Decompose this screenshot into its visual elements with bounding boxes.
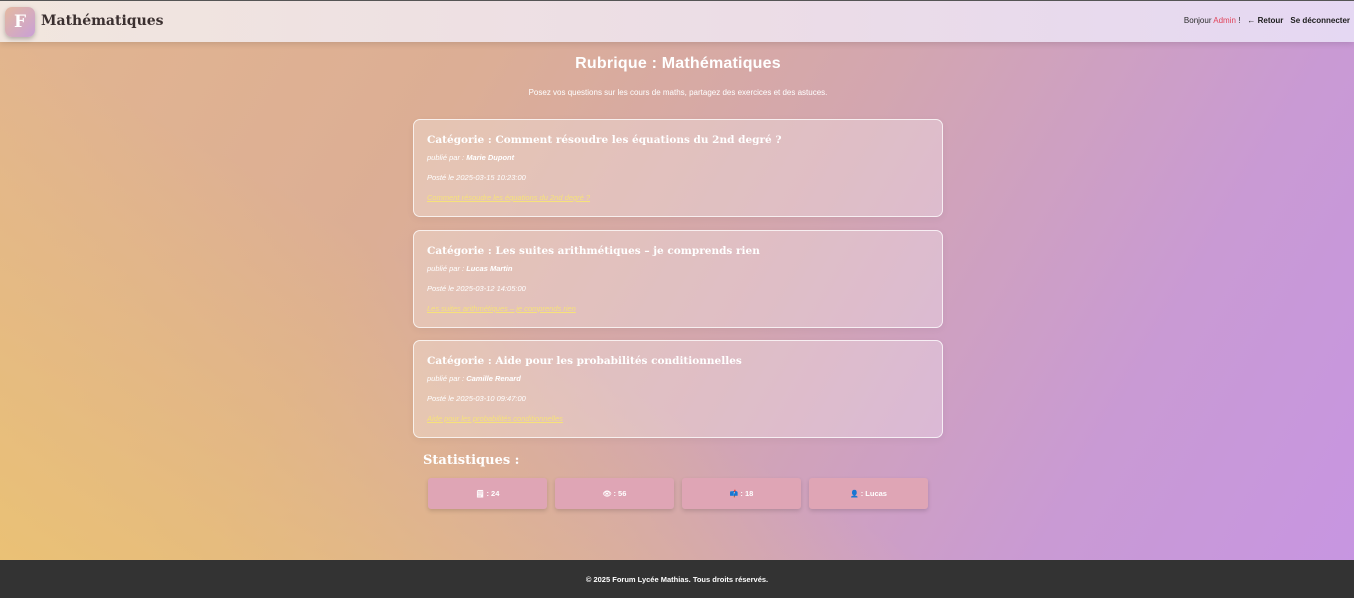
greeting-prefix: Bonjour <box>1183 16 1212 25</box>
post-author-prefix: publié par : <box>427 374 465 383</box>
post-author: publié par : Lucas Martin <box>427 264 512 273</box>
post-link[interactable]: Aide pour les probabilités conditionnell… <box>427 414 563 423</box>
site-title: Mathématiques <box>41 13 164 29</box>
footer-text: © 2025 Forum Lycée Mathias. Tous droits … <box>585 574 769 584</box>
post-author-name: Lucas Martin <box>466 264 513 273</box>
document-icon: 🗒 <box>475 490 485 498</box>
post-author-prefix: publié par : <box>427 264 465 273</box>
post-card: Catégorie : Comment résoudre les équatio… <box>413 119 943 217</box>
username: Admin <box>1213 16 1236 25</box>
mailbox-icon: 📫 <box>729 490 739 498</box>
post-author: publié par : Marie Dupont <box>427 153 514 162</box>
post-date: Posté le 2025-03-10 09:47:00 <box>427 394 526 403</box>
post-link[interactable]: Comment résoudre les équations du 2nd de… <box>427 193 590 202</box>
eye-icon: 👁 <box>602 490 612 498</box>
post-author-name: Camille Renard <box>466 374 521 383</box>
post-author-prefix: publié par : <box>427 153 465 162</box>
back-link[interactable]: ← Retour <box>1247 16 1283 25</box>
stats-title: Statistiques : <box>423 453 520 468</box>
post-link[interactable]: Les suites arithmétiques – je comprends … <box>427 304 576 313</box>
page-title: Rubrique : Mathématiques <box>575 55 781 72</box>
stat-posts: 🗒 : 24 <box>428 478 547 509</box>
top-header: F Mathématiques Bonjour Admin ! ← Retour… <box>0 0 1354 42</box>
post-card: Catégorie : Les suites arithmétiques – j… <box>413 230 943 328</box>
greeting: Bonjour Admin ! <box>1184 16 1241 25</box>
post-card: Catégorie : Aide pour les probabilités c… <box>413 340 943 438</box>
page-description: Posez vos questions sur les cours de mat… <box>528 88 828 97</box>
stat-value: : 18 <box>740 489 754 498</box>
post-title: Catégorie : Les suites arithmétiques – j… <box>427 245 760 257</box>
post-date: Posté le 2025-03-15 10:23:00 <box>427 173 526 182</box>
footer: © 2025 Forum Lycée Mathias. Tous droits … <box>0 560 1354 598</box>
logo[interactable]: F <box>5 7 35 37</box>
header-nav: Bonjour Admin ! ← Retour Se déconnecter <box>1184 16 1350 25</box>
logout-link[interactable]: Se déconnecter <box>1290 16 1350 25</box>
post-author: publié par : Camille Renard <box>427 374 521 383</box>
stat-value: : 24 <box>486 489 500 498</box>
post-date: Posté le 2025-03-12 14:05:00 <box>427 284 526 293</box>
stat-messages: 📫 : 18 <box>682 478 801 509</box>
stat-value: : 56 <box>613 489 627 498</box>
post-author-name: Marie Dupont <box>466 153 515 162</box>
stat-views: 👁 : 56 <box>555 478 674 509</box>
post-title: Catégorie : Aide pour les probabilités c… <box>427 355 742 367</box>
stat-value: : Lucas <box>860 489 887 498</box>
user-icon: 👤 <box>850 490 859 498</box>
post-title: Catégorie : Comment résoudre les équatio… <box>427 134 782 146</box>
stat-user: 👤 : Lucas <box>809 478 928 509</box>
greeting-suffix: ! <box>1238 16 1241 25</box>
